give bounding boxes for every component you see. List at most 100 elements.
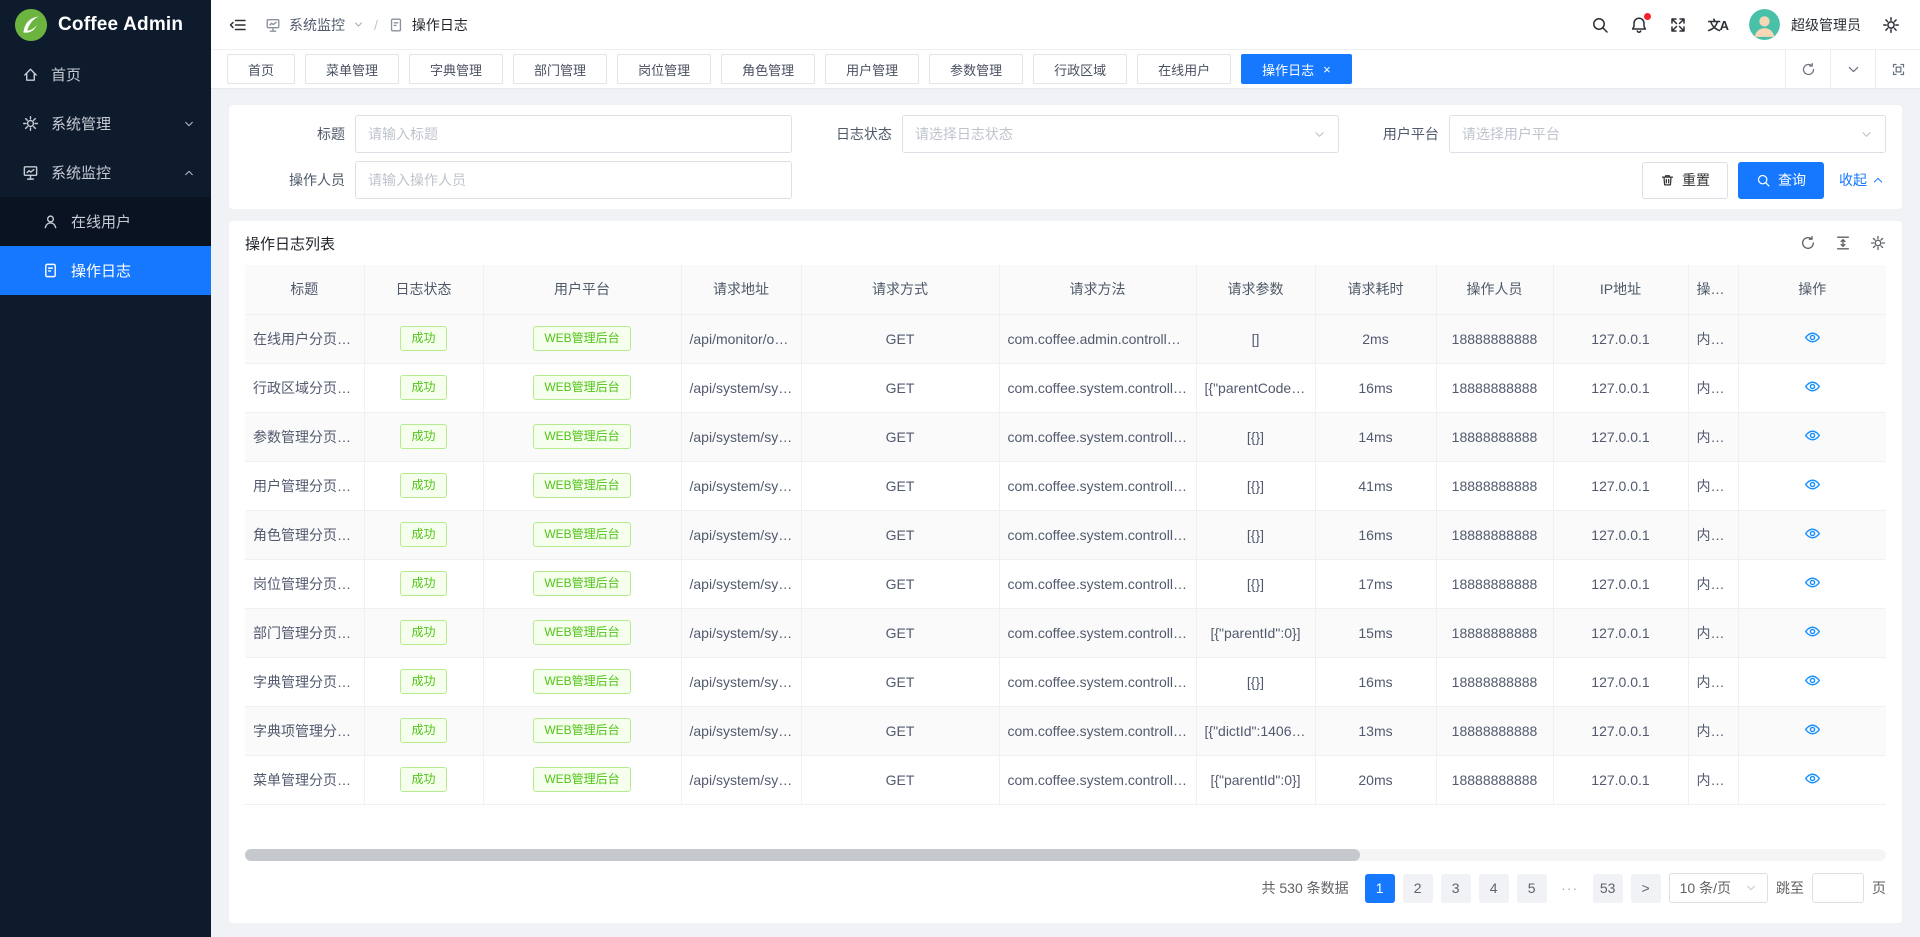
platform-select[interactable]: 请选择用户平台: [1449, 115, 1886, 153]
cell-ip: 127.0.0.1: [1553, 314, 1688, 363]
eye-icon: [1804, 623, 1821, 640]
cell-platform: WEB管理后台: [483, 412, 681, 461]
row-height-icon[interactable]: [1835, 235, 1851, 251]
page-tab[interactable]: 部门管理 ×: [513, 54, 607, 84]
page-tab[interactable]: 首页 ×: [227, 54, 295, 84]
page-button[interactable]: 1: [1365, 874, 1395, 903]
page-tab[interactable]: 字典管理 ×: [409, 54, 503, 84]
column-header: 操作地点: [1688, 265, 1738, 314]
tabs-refresh-button[interactable]: [1785, 50, 1830, 89]
view-detail-button[interactable]: [1804, 672, 1821, 689]
page-button[interactable]: ···: [1555, 874, 1585, 903]
page-tab[interactable]: 操作日志 ×: [1241, 54, 1352, 84]
notification-button[interactable]: [1630, 16, 1648, 34]
page-size-select[interactable]: 10 条/页: [1669, 873, 1768, 903]
sidebar-item-online-users[interactable]: 在线用户: [0, 197, 211, 246]
page-tab[interactable]: 在线用户 ×: [1137, 54, 1231, 84]
sidebar-item-monitor[interactable]: 系统监控: [0, 148, 211, 197]
view-detail-button[interactable]: [1804, 476, 1821, 493]
view-detail-button[interactable]: [1804, 329, 1821, 346]
refresh-icon[interactable]: [1800, 235, 1816, 251]
tab-label: 操作日志: [1262, 60, 1314, 79]
page-button[interactable]: 5: [1517, 874, 1547, 903]
column-header: 操作: [1738, 265, 1886, 314]
tabs-fullscreen-button[interactable]: [1875, 50, 1920, 89]
collapse-filters-link[interactable]: 收起: [1839, 170, 1884, 190]
column-header: 标题: [245, 265, 364, 314]
page-tab[interactable]: 岗位管理 ×: [617, 54, 711, 84]
view-detail-button[interactable]: [1804, 623, 1821, 640]
cell-params: [{}]: [1196, 657, 1315, 706]
title-input-wrap: [355, 115, 792, 153]
page-button[interactable]: 3: [1441, 874, 1471, 903]
jump-page-input[interactable]: [1812, 873, 1864, 903]
page-button[interactable]: 4: [1479, 874, 1509, 903]
horizontal-scrollbar-thumb[interactable]: [245, 849, 1360, 861]
page-tab[interactable]: 用户管理 ×: [825, 54, 919, 84]
status-badge: 成功: [400, 375, 446, 399]
breadcrumb-parent[interactable]: 系统监控: [289, 15, 345, 35]
table-header-row: 标题 日志状态 用户平台 请求地址 请求方式 请求方法: [245, 265, 1886, 314]
view-detail-button[interactable]: [1804, 574, 1821, 591]
avatar-image: [1749, 9, 1780, 40]
platform-badge: WEB管理后台: [533, 669, 630, 693]
cell-params: [{}]: [1196, 412, 1315, 461]
page-button[interactable]: 2: [1403, 874, 1433, 903]
sidebar-item-label: 在线用户: [71, 211, 131, 232]
cell-request-url: /api/system/sysArea/page: [681, 363, 801, 412]
chevron-down-icon: [1313, 128, 1326, 141]
sidebar-collapse-button[interactable]: [229, 16, 247, 34]
view-detail-button[interactable]: [1804, 770, 1821, 787]
platform-badge: WEB管理后台: [533, 522, 630, 546]
sidebar-item-home[interactable]: 首页: [0, 50, 211, 99]
cell-title: 角色管理分页查询: [245, 510, 364, 559]
avatar[interactable]: [1749, 9, 1780, 40]
cell-request-method: GET: [801, 461, 999, 510]
jump-prefix-label: 跳至: [1776, 878, 1804, 898]
sidebar-item-system[interactable]: 系统管理: [0, 99, 211, 148]
page-button[interactable]: >: [1631, 874, 1661, 903]
reset-button[interactable]: 重置: [1642, 162, 1728, 199]
cell-operator: 18888888888: [1436, 363, 1553, 412]
pagination-pages: 1 2 3 4 5 ··· 53: [1365, 874, 1661, 903]
chevron-up-icon: [183, 167, 195, 179]
cell-request-url: /api/system/sysMenu/page: [681, 755, 801, 804]
monitor-icon: [22, 164, 39, 181]
cell-action: [1738, 559, 1886, 608]
fullscreen-icon[interactable]: [1669, 16, 1687, 34]
page-tab[interactable]: 菜单管理 ×: [305, 54, 399, 84]
username[interactable]: 超级管理员: [1791, 15, 1861, 35]
cell-platform: WEB管理后台: [483, 363, 681, 412]
page-tab[interactable]: 行政区域 ×: [1033, 54, 1127, 84]
tab-close-icon[interactable]: ×: [1323, 63, 1331, 76]
cell-title: 字典项管理分页查询: [245, 706, 364, 755]
settings-gear-icon[interactable]: [1882, 16, 1900, 34]
search-icon[interactable]: [1591, 16, 1609, 34]
brand-name: Coffee Admin: [58, 14, 183, 36]
sidebar-item-operation-log[interactable]: 操作日志: [0, 246, 211, 295]
view-detail-button[interactable]: [1804, 525, 1821, 542]
card-title: 操作日志列表: [245, 233, 335, 254]
page-button[interactable]: 53: [1593, 874, 1623, 903]
translate-icon[interactable]: 文A: [1708, 15, 1728, 34]
view-detail-button[interactable]: [1804, 721, 1821, 738]
view-detail-button[interactable]: [1804, 378, 1821, 395]
chevron-down-icon: [183, 118, 195, 130]
column-header: 请求方法: [999, 265, 1196, 314]
view-detail-button[interactable]: [1804, 427, 1821, 444]
cell-operator: 18888888888: [1436, 412, 1553, 461]
title-input[interactable]: [368, 116, 779, 152]
operator-input[interactable]: [368, 162, 779, 198]
page-tab[interactable]: 角色管理 ×: [721, 54, 815, 84]
column-header: 操作人员: [1436, 265, 1553, 314]
status-select[interactable]: 请选择日志状态: [902, 115, 1339, 153]
cell-title: 参数管理分页查询: [245, 412, 364, 461]
cell-request-url: /api/monitor/online/page: [681, 314, 801, 363]
cell-request-url: /api/system/sysPost/page: [681, 559, 801, 608]
cell-operator: 18888888888: [1436, 510, 1553, 559]
page-tab[interactable]: 参数管理 ×: [929, 54, 1023, 84]
column-settings-gear-icon[interactable]: [1870, 235, 1886, 251]
search-button[interactable]: 查询: [1738, 162, 1824, 199]
tabs-more-button[interactable]: [1830, 50, 1875, 89]
filter-status-group: 日志状态 请选择日志状态: [792, 115, 1339, 153]
